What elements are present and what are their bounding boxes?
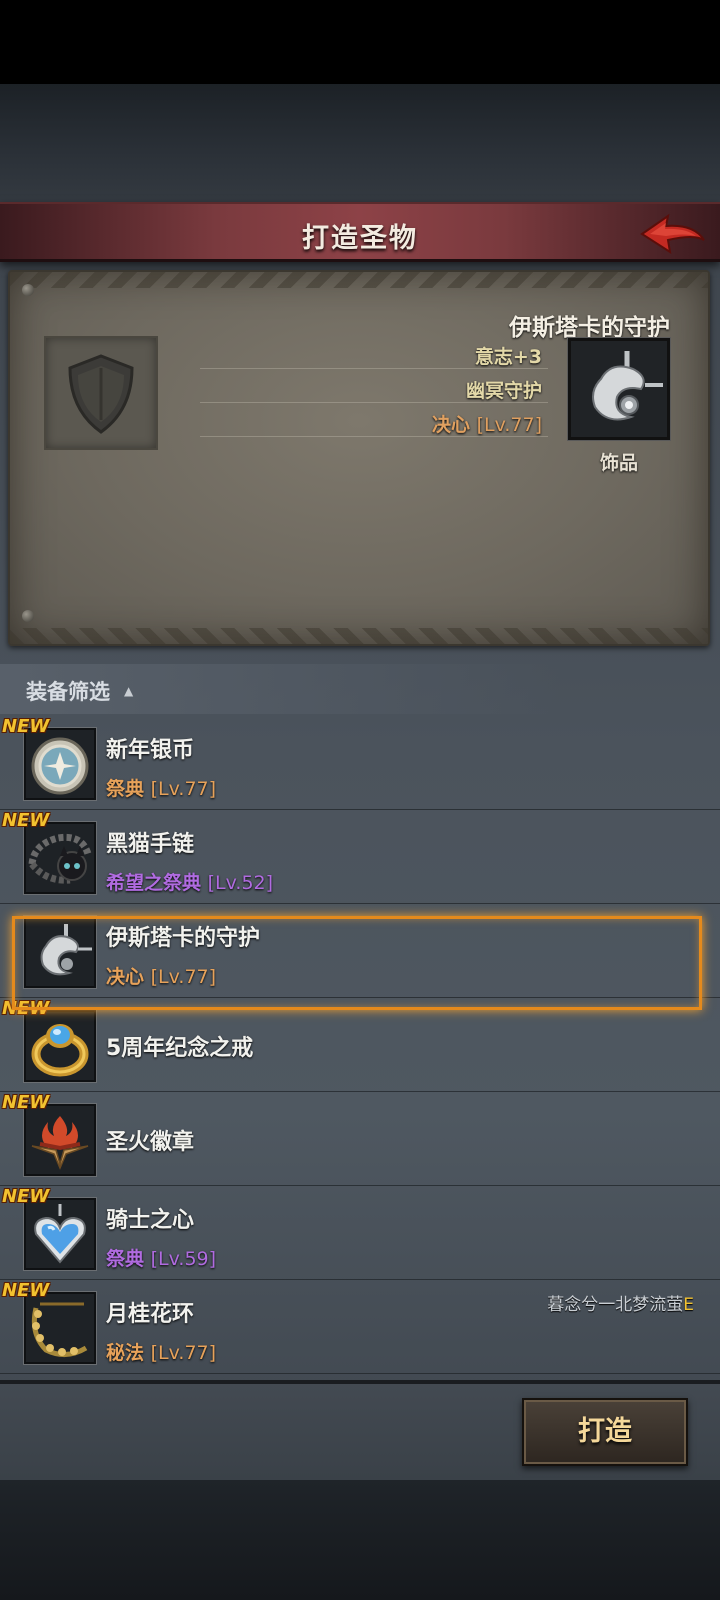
item-requirement: 决心 [Lv.77] [106, 962, 216, 989]
item-tag: 祭典 [106, 1248, 145, 1270]
caret-up-icon: ▲ [124, 684, 134, 698]
item-tag: 祭典 [106, 778, 145, 800]
silver-coin-icon [24, 728, 96, 800]
game-screen: 打造圣物 伊斯塔卡的守护 意志+3 幽冥守护 决心 [Lv.77] 饰品 装备筛… [0, 0, 720, 1600]
requirement-level: [Lv.77] [476, 414, 542, 436]
player-watermark: 暮念兮一北梦流萤E [547, 1290, 694, 1315]
item-name: 伊斯塔卡的守护 [106, 926, 261, 951]
preview-stat-2: 幽冥守护 [465, 380, 542, 402]
item-name: 月桂花环 [106, 1302, 195, 1327]
list-item-selected[interactable]: 伊斯塔卡的守护 决心 [Lv.77] [0, 904, 720, 998]
item-tag: 秘法 [106, 1342, 145, 1364]
list-item[interactable]: NEW 骑士之心 祭典 [Lv.59] [0, 1186, 720, 1280]
item-level: [Lv.77] [150, 778, 217, 800]
requirement-name: 决心 [431, 414, 470, 436]
rivet-icon [22, 284, 34, 296]
new-badge: NEW [2, 1092, 50, 1113]
page-title: 打造圣物 [302, 223, 418, 254]
player-suffix: E [683, 1295, 694, 1315]
craft-button[interactable]: 打造 [522, 1398, 688, 1466]
item-name: 骑士之心 [106, 1208, 195, 1233]
laurel-wreath-icon [24, 1292, 96, 1364]
rivet-icon [22, 610, 34, 622]
list-item[interactable]: NEW 圣火徽章 [0, 1092, 720, 1186]
new-badge: NEW [2, 716, 50, 737]
list-item[interactable]: NEW 黑猫手链 希望之祭典 [Lv.52] [0, 810, 720, 904]
status-bar [0, 0, 720, 84]
item-tag: 决心 [106, 966, 145, 988]
item-preview-panel: 伊斯塔卡的守护 意志+3 幽冥守护 决心 [Lv.77] 饰品 [8, 270, 710, 646]
new-badge: NEW [2, 1186, 50, 1207]
heart-pendant-icon [24, 1198, 96, 1270]
new-badge: NEW [2, 998, 50, 1019]
back-arrow-icon[interactable] [638, 210, 708, 258]
fire-badge-icon [24, 1104, 96, 1176]
item-requirement: 祭典 [Lv.59] [106, 1244, 216, 1271]
item-name: 5周年纪念之戒 [106, 1036, 254, 1061]
item-name: 黑猫手链 [106, 832, 195, 857]
relic-list[interactable]: NEW 新年银币 祭典 [Lv.77] NEW 黑猫手链 希望之祭典 [Lv.5… [0, 716, 720, 1380]
new-badge: NEW [2, 1280, 50, 1301]
new-badge: NEW [2, 810, 50, 831]
player-name: 暮念兮一北梦流萤 [547, 1295, 684, 1315]
preview-item-type: 饰品 [599, 452, 638, 474]
item-name: 新年银币 [106, 738, 195, 763]
filter-label: 装备筛选 [26, 680, 110, 704]
silver-pendant-icon [24, 916, 96, 988]
preview-requirement: 决心 [Lv.77] [432, 410, 542, 437]
item-requirement: 秘法 [Lv.77] [106, 1338, 216, 1365]
item-requirement: 希望之祭典 [Lv.52] [106, 868, 273, 895]
equipment-filter[interactable]: 装备筛选 ▲ [0, 664, 560, 714]
silver-pendant-icon[interactable] [568, 338, 670, 440]
item-level: [Lv.59] [150, 1248, 217, 1270]
item-name: 圣火徽章 [106, 1130, 195, 1155]
title-bar: 打造圣物 [0, 202, 720, 262]
black-cat-bracelet-icon [24, 822, 96, 894]
item-level: [Lv.77] [150, 966, 217, 988]
item-tag: 希望之祭典 [106, 872, 202, 894]
background-bottom [0, 1480, 720, 1600]
preview-stat-1: 意志+3 [474, 346, 542, 368]
item-level: [Lv.52] [207, 872, 274, 894]
item-level: [Lv.77] [150, 1342, 217, 1364]
list-item[interactable]: NEW 5周年纪念之戒 [0, 998, 720, 1092]
preview-item-name: 伊斯塔卡的守护 [509, 315, 670, 341]
item-requirement: 祭典 [Lv.77] [106, 774, 216, 801]
list-item[interactable]: NEW 新年银币 祭典 [Lv.77] [0, 716, 720, 810]
shield-icon [68, 354, 134, 434]
gold-ring-icon [24, 1010, 96, 1082]
background-top [0, 84, 720, 204]
empty-slot [44, 336, 158, 450]
